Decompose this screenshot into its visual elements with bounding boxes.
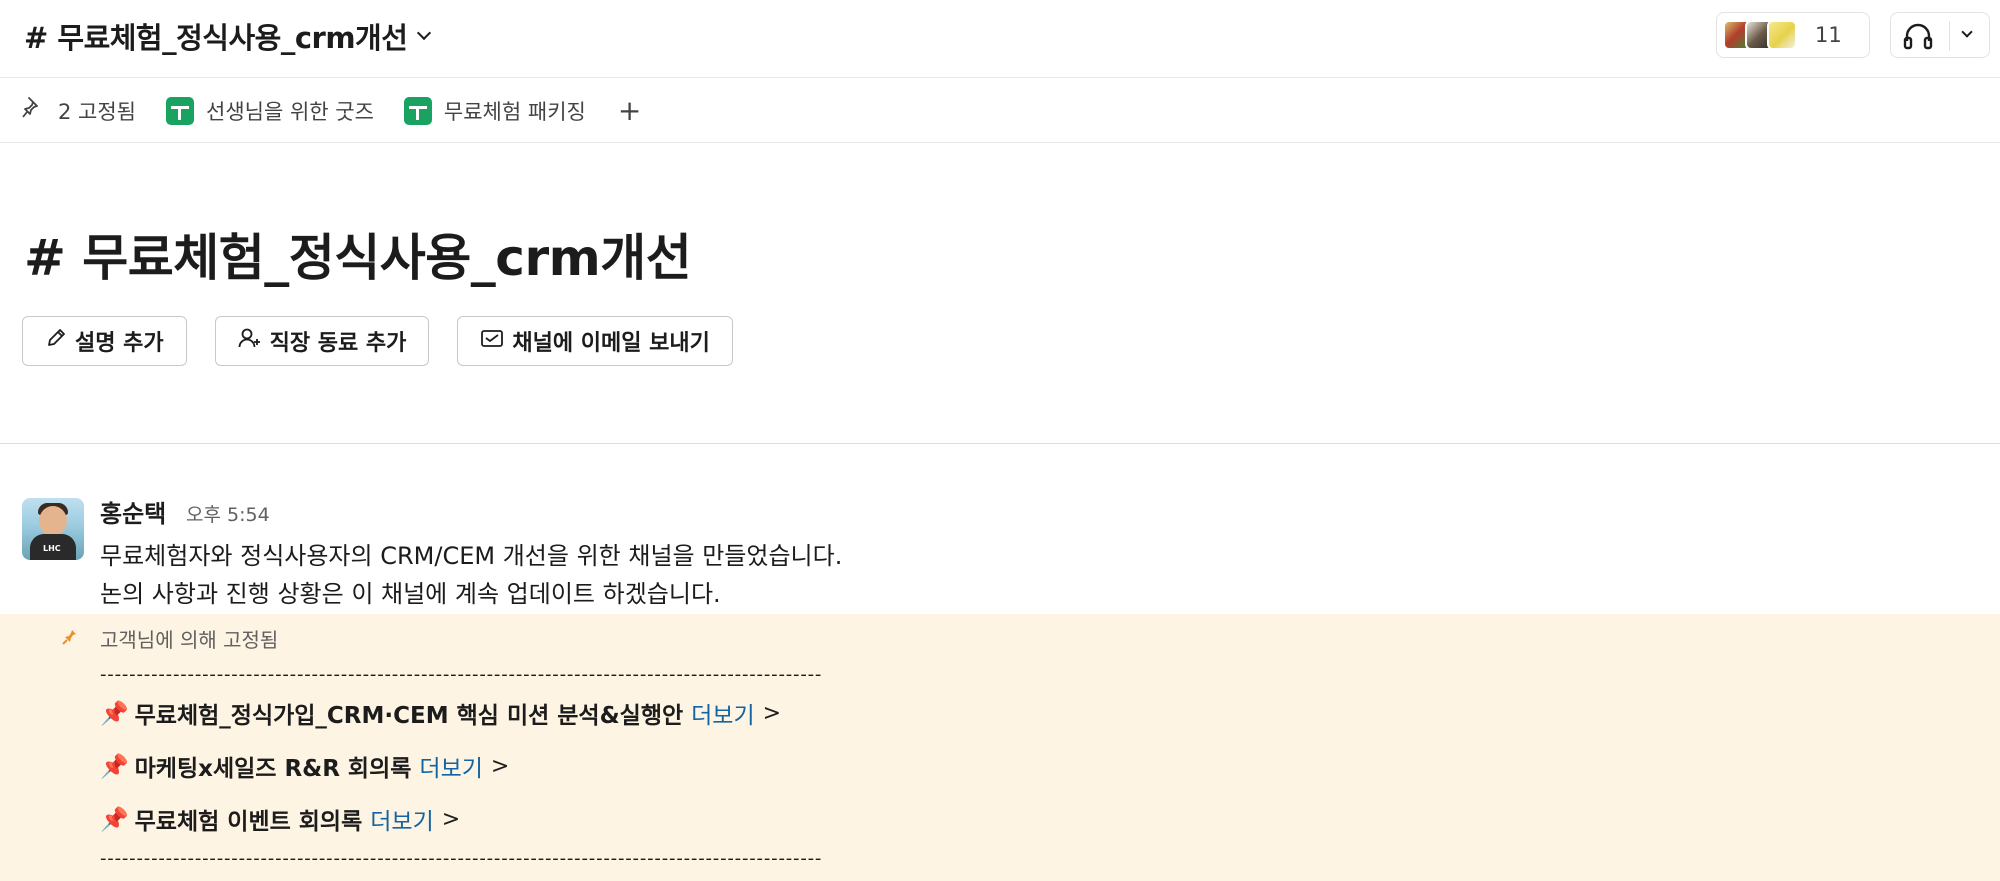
channel-name-label: # 무료체험_정식사용_crm개선 <box>24 21 408 55</box>
separator-dashes: ----------------------------------------… <box>100 664 823 685</box>
message-timestamp[interactable]: 오후 5:54 <box>186 500 270 527</box>
more-link[interactable]: 더보기 <box>419 749 482 783</box>
pinned-by-indicator: 고객님에 의해 고정됨 <box>62 624 278 653</box>
more-link[interactable]: 더보기 <box>370 802 433 836</box>
bookmark-label: 선생님을 위한 굿즈 <box>206 99 374 124</box>
headphones-icon[interactable] <box>1901 21 1935 55</box>
arrow-right-icon: > <box>490 753 510 779</box>
message-text: 논의 사항과 진행 상황은 이 채널에 계속 업데이트 하겠습니다. <box>100 580 721 608</box>
pinned-by-label: 고객님에 의해 고정됨 <box>100 628 279 652</box>
add-person-icon <box>238 327 270 355</box>
pinned-list-item: 📌 무료체험 이벤트 회의록 더보기 > <box>100 802 460 836</box>
pushpin-emoji: 📌 <box>100 700 129 727</box>
member-avatar <box>1767 20 1797 50</box>
pushpin-emoji: 📌 <box>100 753 129 780</box>
huddle-control <box>1890 12 1990 58</box>
arrow-right-icon: > <box>441 806 461 832</box>
google-sheets-icon <box>403 96 432 125</box>
chevron-down-icon <box>417 25 432 41</box>
add-description-label: 설명 추가 <box>75 331 164 356</box>
message-author[interactable]: 홍순택 <box>100 494 166 529</box>
channel-header: # 무료체험_정식사용_crm개선 11 <box>0 0 2000 78</box>
avatar-badge: LHC <box>43 544 61 553</box>
arrow-right-icon: > <box>762 700 782 726</box>
member-count: 11 <box>1815 23 1842 47</box>
add-coworkers-button[interactable]: 직장 동료 추가 <box>214 316 430 366</box>
add-bookmark-button[interactable]: + <box>618 96 641 125</box>
add-coworkers-label: 직장 동료 추가 <box>269 331 407 356</box>
bookmark-label: 무료체험 패키징 <box>443 99 586 124</box>
intro-actions: 설명 추가 직장 동료 추가 채널에 이메일 보내기 <box>22 316 761 366</box>
pinned-item-title: 무료체험_정식가입_CRM·CEM 핵심 미션 분석&실행안 <box>134 703 684 729</box>
pencil-icon <box>45 327 75 355</box>
email-icon <box>480 327 512 355</box>
more-link[interactable]: 더보기 <box>691 696 754 730</box>
divider <box>0 443 2000 444</box>
avatar[interactable]: LHC <box>22 498 84 560</box>
chevron-down-icon[interactable] <box>1961 26 1973 38</box>
pinned-message-block <box>0 614 2000 881</box>
pushpin-emoji: 📌 <box>100 806 129 833</box>
members-button[interactable]: 11 <box>1716 12 1870 58</box>
pin-icon <box>62 625 100 652</box>
bookmark-goods[interactable]: 선생님을 위한 굿즈 <box>166 96 374 126</box>
send-email-button[interactable]: 채널에 이메일 보내기 <box>457 316 733 366</box>
google-sheets-icon <box>166 96 194 125</box>
pinned-items-button[interactable]: 2 고정됨 <box>22 96 136 126</box>
divider <box>1949 21 1950 51</box>
pinned-item-title: 무료체험 이벤트 회의록 <box>134 809 363 835</box>
separator-dashes: ----------------------------------------… <box>100 848 823 869</box>
pinned-list-item: 📌 무료체험_정식가입_CRM·CEM 핵심 미션 분석&실행안 더보기 > <box>100 696 781 730</box>
channel-intro-title: # 무료체험_정식사용_crm개선 <box>24 229 692 287</box>
bookmarks-bar: 2 고정됨 선생님을 위한 굿즈 무료체험 패키징 + <box>0 79 2000 143</box>
pinned-item-title: 마케팅x세일즈 R&R 회의록 <box>134 756 412 782</box>
add-description-button[interactable]: 설명 추가 <box>22 316 187 366</box>
message-text: 무료체험자와 정식사용자의 CRM/CEM 개선을 위한 채널을 만들었습니다. <box>100 542 843 570</box>
send-email-label: 채널에 이메일 보내기 <box>512 331 710 356</box>
pinned-list-item: 📌 마케팅x세일즈 R&R 회의록 더보기 > <box>100 749 509 783</box>
bookmark-packaging[interactable]: 무료체험 패키징 <box>403 96 586 126</box>
pin-icon <box>22 96 44 125</box>
channel-name-button[interactable]: # 무료체험_정식사용_crm개선 <box>24 14 432 58</box>
pinned-count-label: 2 고정됨 <box>58 99 136 124</box>
